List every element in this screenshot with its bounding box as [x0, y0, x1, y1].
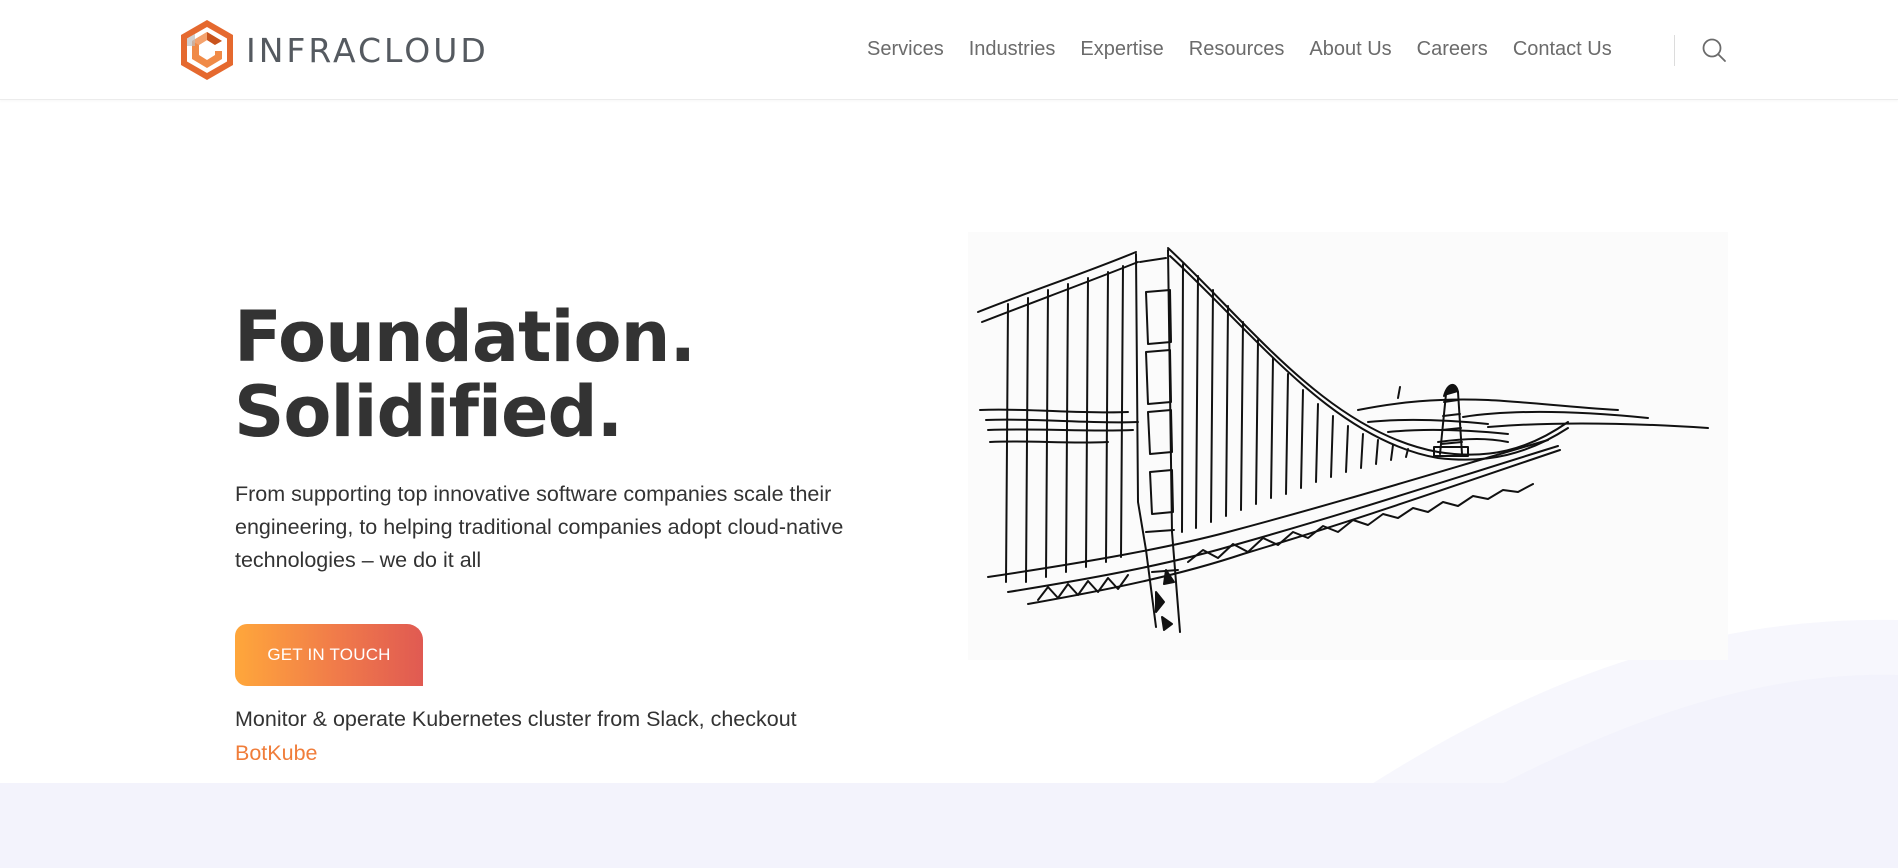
- search-icon: [1702, 38, 1726, 62]
- nav-item-industries[interactable]: Industries: [969, 38, 1056, 61]
- logo-link[interactable]: INFRACLOUD: [178, 18, 489, 82]
- main-nav: Services Industries Expertise Resources …: [867, 0, 1637, 99]
- page: INFRACLOUD Services Industries Expertise…: [0, 0, 1898, 868]
- get-in-touch-button[interactable]: GET IN TOUCH: [235, 624, 423, 686]
- botkube-link[interactable]: BotKube: [235, 736, 317, 770]
- nav-item-services[interactable]: Services: [867, 38, 944, 61]
- golden-gate-bridge-sketch: [977, 247, 1709, 633]
- nav-item-expertise[interactable]: Expertise: [1080, 38, 1163, 61]
- bridge-illustration: [968, 232, 1728, 660]
- hero-title-line-1: Foundation.: [234, 296, 696, 378]
- site-header: INFRACLOUD Services Industries Expertise…: [0, 0, 1898, 100]
- nav-item-about-us[interactable]: About Us: [1309, 38, 1391, 61]
- infracloud-logo-icon: [181, 20, 233, 80]
- promo-text: Monitor & operate Kubernetes cluster fro…: [235, 707, 797, 731]
- nav-item-resources[interactable]: Resources: [1189, 38, 1285, 61]
- hero-title-line-2: Solidified.: [234, 371, 623, 453]
- hero-title: Foundation. Solidified.: [234, 296, 696, 453]
- nav-item-contact-us[interactable]: Contact Us: [1513, 38, 1612, 61]
- nav-divider: [1674, 35, 1675, 66]
- botkube-promo: Monitor & operate Kubernetes cluster fro…: [235, 702, 875, 770]
- nav-item-careers[interactable]: Careers: [1417, 38, 1488, 61]
- logo-text: INFRACLOUD: [246, 30, 489, 70]
- search-button[interactable]: [1700, 36, 1728, 64]
- hero-description: From supporting top innovative software …: [235, 482, 844, 572]
- bottom-band: [0, 783, 1898, 868]
